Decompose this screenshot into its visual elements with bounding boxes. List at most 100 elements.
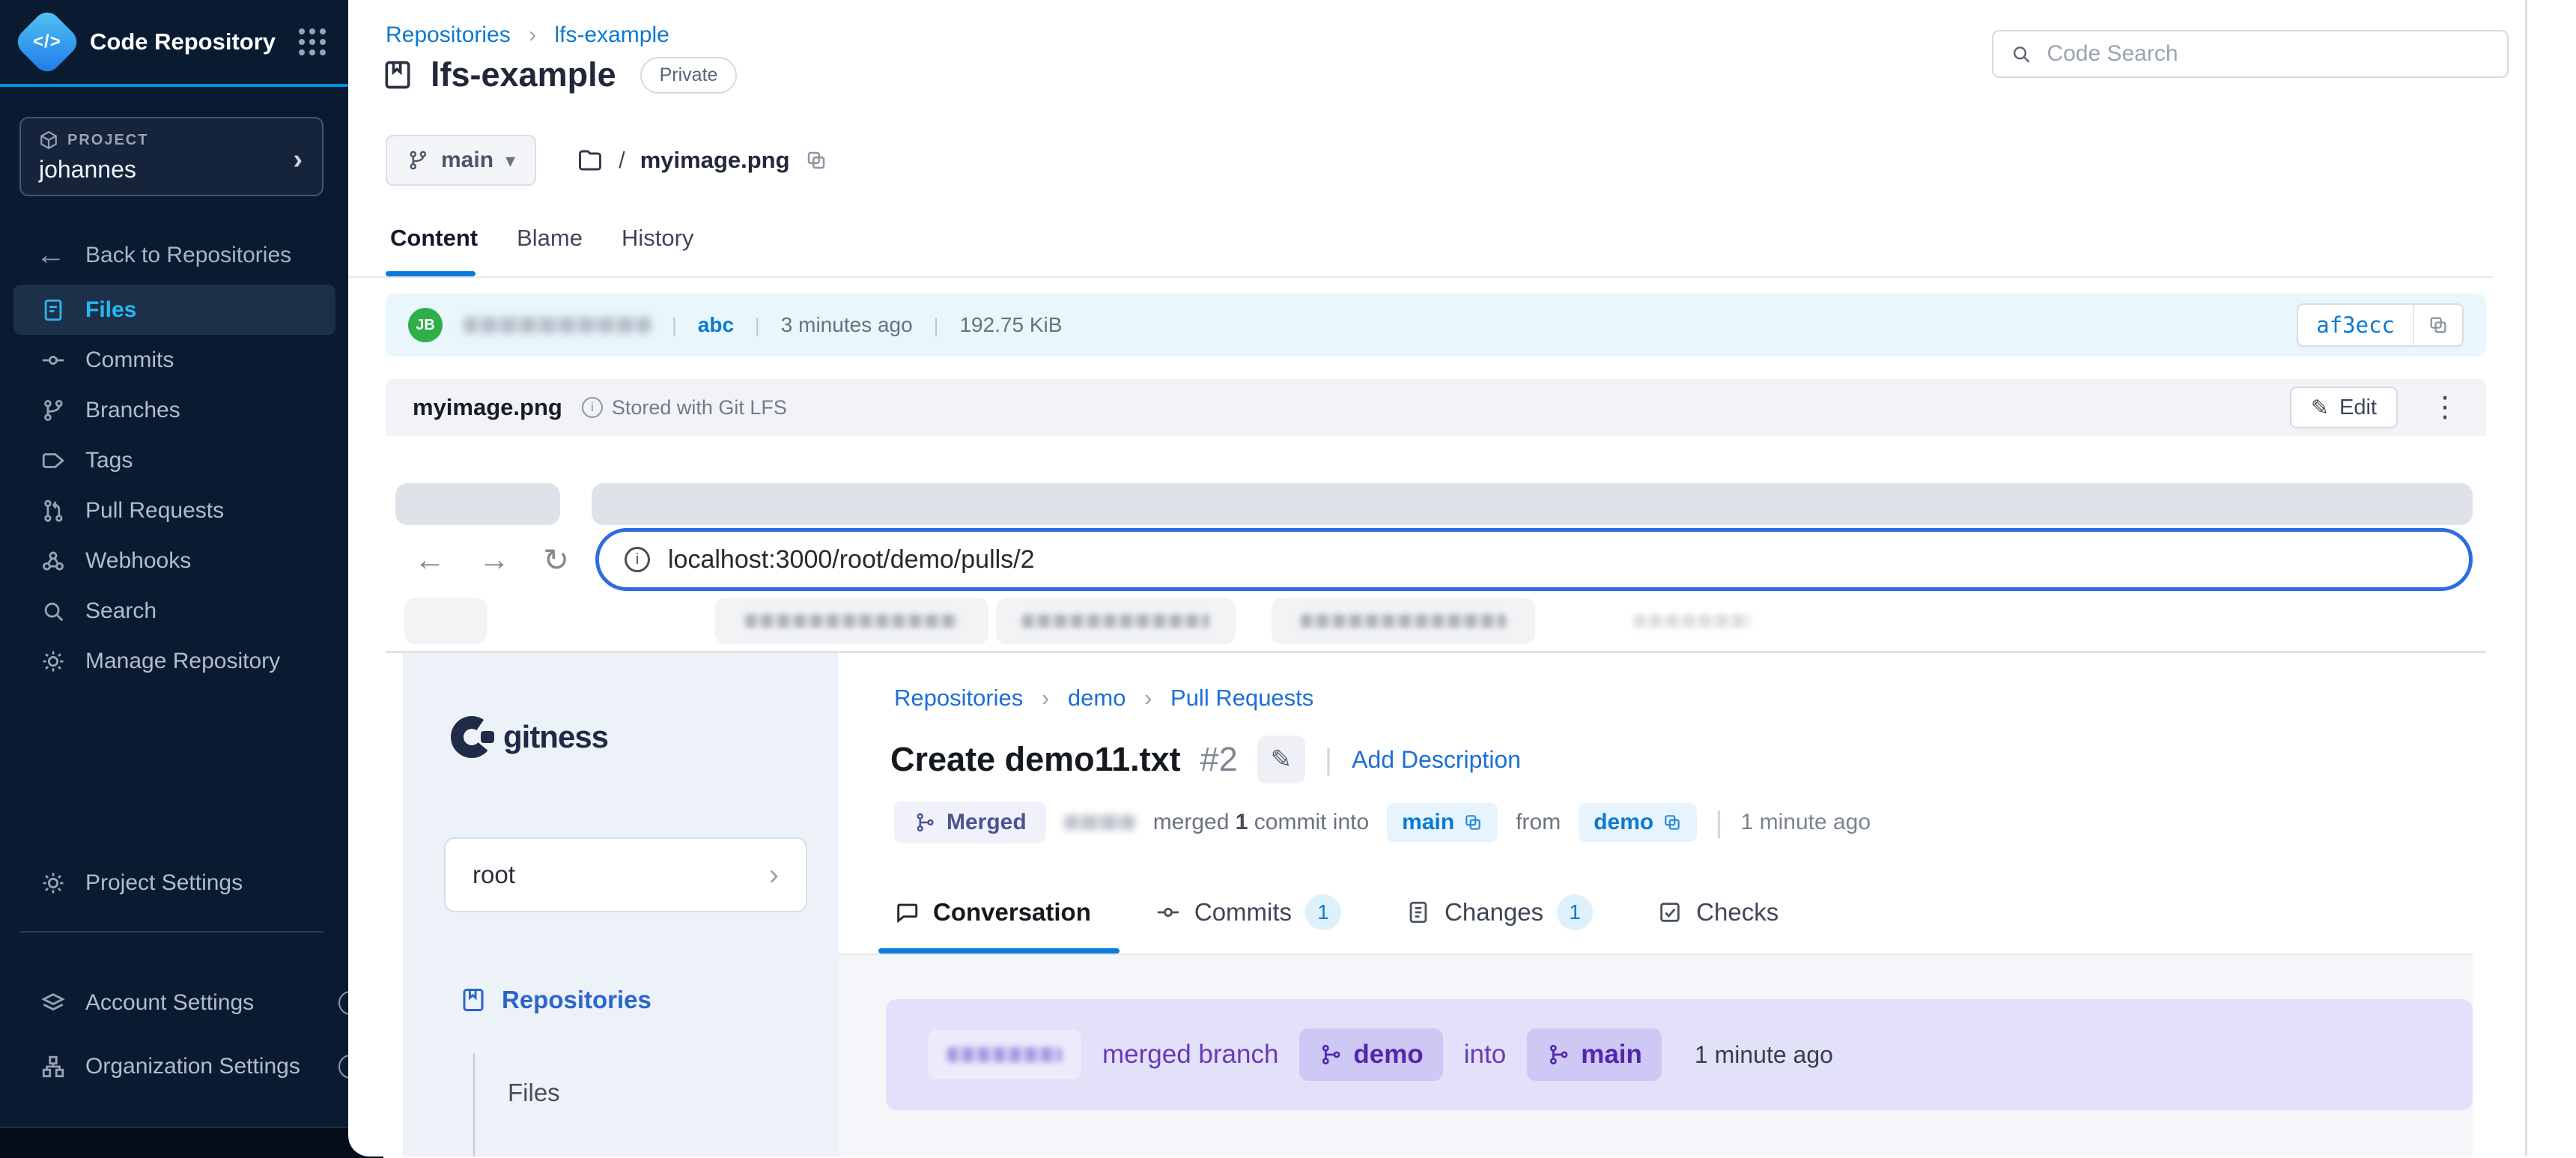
sidebar-item-commits[interactable]: Commits [13,335,335,385]
org-icon [40,1054,66,1079]
embedded-space-selector: root › [444,837,807,912]
embedded-tab-changes: Changes 1 [1406,894,1593,930]
app-title: Code Repository [90,28,281,55]
embedded-tab-commits: Commits 1 [1155,894,1341,930]
browser-address-bar: i localhost:3000/root/demo/pulls/2 [595,528,2473,591]
sidebar-item-search[interactable]: Search [13,586,335,636]
sidebar-item-files[interactable]: Files [13,285,335,335]
sidebar-item-account-settings[interactable]: Account Settings i [13,977,389,1028]
commit-icon [1155,900,1181,925]
project-label: PROJECT [67,132,148,149]
code-search[interactable] [1992,30,2509,78]
avatar[interactable]: JB [408,308,443,342]
embedded-pr-title: Create demo11.txt [890,740,1181,779]
commit-sha[interactable]: af3ecc [2298,305,2413,345]
banner-time: 1 minute ago [1695,1041,1833,1069]
active-tab-underline [386,271,476,276]
project-name: johannes [39,156,304,184]
layers-icon [40,990,66,1016]
sidebar-header: </> Code Repository [0,0,348,87]
folder-icon[interactable] [577,147,604,174]
edit-button[interactable]: ✎ Edit [2290,386,2398,428]
tab-history[interactable]: History [622,225,693,252]
sidebar-divider [19,931,323,933]
embedded-breadcrumb: Repositories › demo › Pull Requests [894,685,1313,712]
more-options-icon[interactable]: ⋮ [2431,393,2459,422]
branch-icon [40,398,66,423]
embedded-pr-time: 1 minute ago [1741,810,1871,835]
embedded-add-description: Add Description [1352,746,1521,774]
gear-icon [40,649,66,674]
tab-strip-border [348,276,2494,278]
repo-book-icon [381,58,414,91]
browser-nav-controls: ← → ↻ [414,529,569,590]
repo-book-icon [460,986,487,1013]
browser-forward-icon: → [479,542,510,578]
gitness-logo: gitness [451,716,608,758]
pencil-icon: ✎ [2311,395,2329,421]
branch-selector[interactable]: main ▾ [386,135,536,186]
merge-icon [1546,1043,1570,1067]
embedded-author-redacted [1064,815,1135,830]
sidebar-item-manage-repository[interactable]: Manage Repository [13,636,335,686]
merge-activity-banner: merged branch demo into main 1 minute ag… [886,999,2473,1110]
bookmark-chip [1617,598,1767,644]
file-header-name: myimage.png [413,394,562,421]
sidebar-item-webhooks[interactable]: Webhooks [13,536,335,586]
webhook-icon [40,548,66,574]
file-size: 192.75 KiB [959,313,1062,337]
embedded-pr-number: #2 [1200,740,1238,779]
app-switcher-icon[interactable] [299,28,326,55]
scrollbar[interactable] [2525,0,2527,1157]
browser-back-icon: ← [414,542,446,578]
embedded-sidebar: gitness root › Repositories Files [403,653,839,1157]
main-content: Repositories › lfs-example lfs-example P… [348,0,2576,1157]
merge-icon [914,811,936,834]
tab-content[interactable]: Content [390,225,478,252]
chevron-right-icon: › [769,858,779,892]
page-title: lfs-example [431,55,616,94]
copy-sha-button[interactable] [2413,305,2462,345]
target-branch-chip: main [1527,1028,1662,1081]
search-icon [40,598,66,624]
copy-icon [1662,813,1682,832]
tab-blame[interactable]: Blame [517,225,583,252]
embedded-active-tab-underline [878,948,1120,954]
window-footer-strip [0,1127,383,1158]
file-toolbar: main ▾ / myimage.png [386,135,827,186]
copy-icon [2428,315,2449,336]
embedded-pr-status-row: Merged merged 1 commit into main from de… [894,801,1871,843]
copy-icon [1463,813,1483,832]
base-branch-chip: main [1387,803,1498,842]
breadcrumb-repo[interactable]: lfs-example [554,22,669,47]
sidebar-item-branches[interactable]: Branches [13,385,335,435]
browser-reload-icon: ↻ [543,542,569,578]
breadcrumb-repositories[interactable]: Repositories [386,22,511,47]
chevron-sep: › [529,22,536,47]
site-info-icon: i [625,547,650,572]
copy-icon[interactable] [805,149,827,172]
embedded-nav-files: Files [508,1079,560,1107]
sidebar-item-tags[interactable]: Tags [13,435,335,485]
sidebar-item-pull-requests[interactable]: Pull Requests [13,485,335,536]
commit-message-link[interactable]: abc [698,313,734,337]
checklist-icon [1657,900,1683,925]
browser-url: localhost:3000/root/demo/pulls/2 [668,545,1035,575]
bookmark-chip [715,598,988,644]
back-to-repositories[interactable]: ← Back to Repositories [36,238,291,272]
merged-state-badge: Merged [894,801,1046,843]
project-selector[interactable]: PROJECT johannes › [19,117,323,196]
code-search-input[interactable] [2045,40,2491,67]
chevron-right-icon: › [293,144,303,176]
embedded-author-redacted [928,1030,1081,1079]
sidebar-item-organization-settings[interactable]: Organization Settings i [13,1041,389,1091]
embedded-tab-checks: Checks [1657,898,1778,927]
file-icon [1406,900,1431,925]
file-header-bar: myimage.png i Stored with Git LFS ✎ Edit… [386,379,2486,436]
file-icon [40,297,66,323]
sidebar-item-project-settings[interactable]: Project Settings [13,858,389,908]
chat-icon [894,900,920,925]
search-icon [2010,42,2032,66]
embedded-pr-tabs: Conversation Commits 1 Changes 1 Checks [894,894,1778,930]
merge-icon [1319,1043,1343,1067]
